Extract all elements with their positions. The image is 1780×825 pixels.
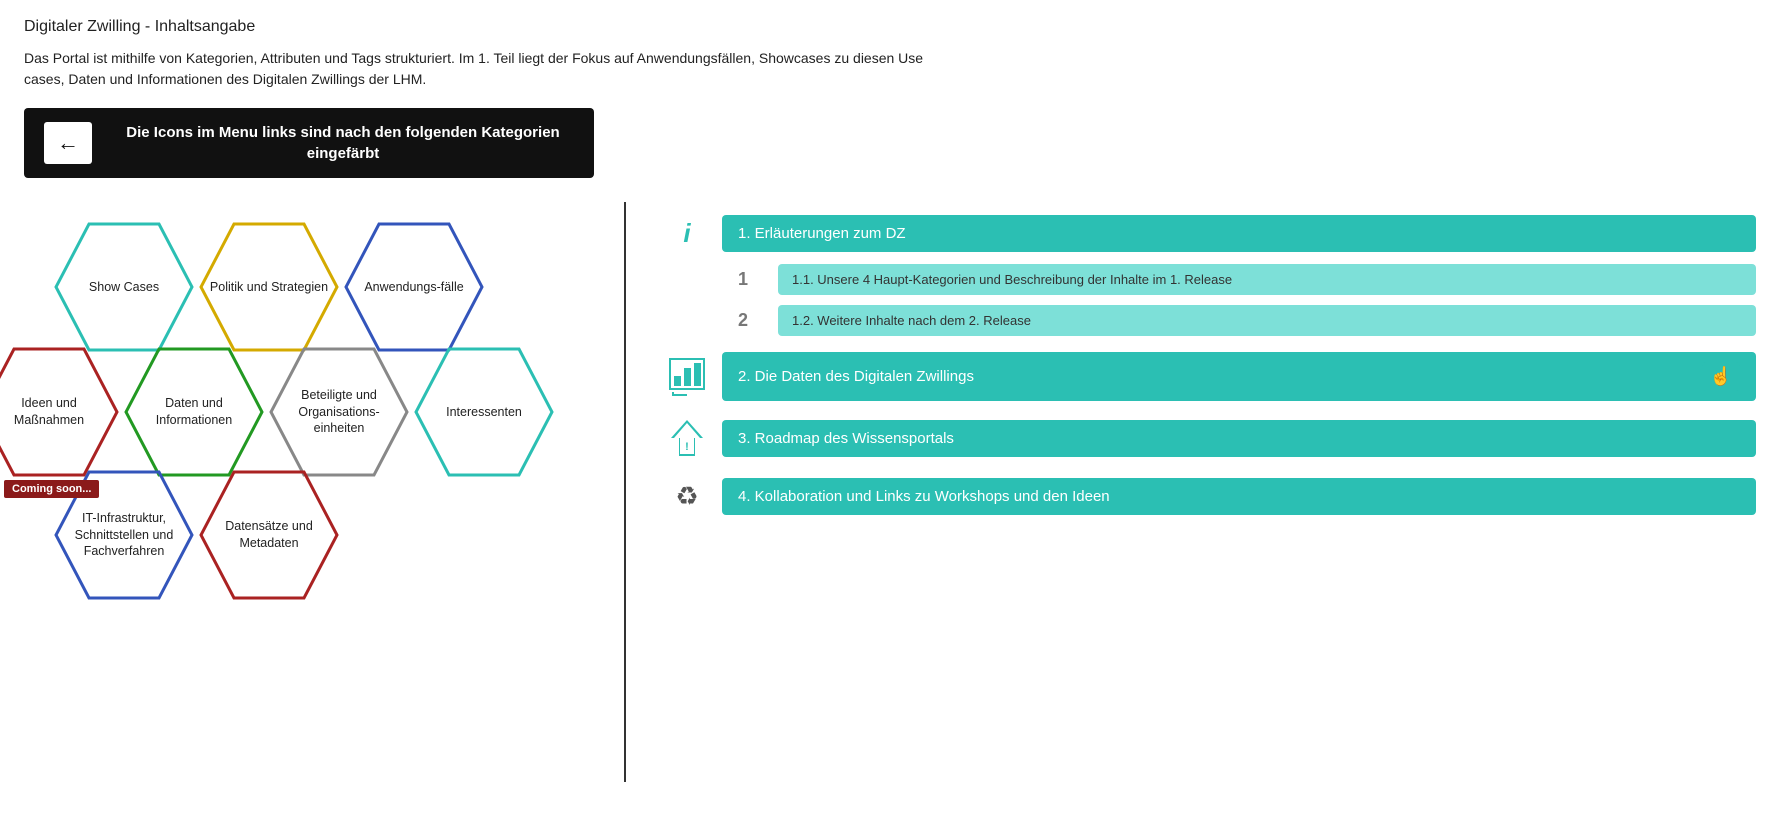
toc-sub-number-2: 2 — [722, 310, 764, 331]
hex-beteiligte[interactable]: Beteiligte und Organisations-einheiten — [269, 347, 409, 477]
hex-daten-label: Daten und Informationen — [124, 387, 264, 437]
hex-show-cases[interactable]: Show Cases — [54, 222, 194, 352]
toc-sub-row-1-2[interactable]: 2 1.2. Weitere Inhalte nach dem 2. Relea… — [722, 305, 1756, 336]
info-icon: i — [666, 212, 708, 254]
svg-text:!: ! — [685, 441, 689, 453]
toc-sub-row-1-1[interactable]: 1 1.1. Unsere 4 Haupt-Kategorien und Bes… — [722, 264, 1756, 295]
hex-interessenten-label: Interessenten — [438, 396, 530, 429]
section-divider — [624, 202, 626, 782]
toc-main-label-4[interactable]: 4. Kollaboration und Links zu Workshops … — [722, 478, 1756, 515]
bar-chart-icon — [666, 356, 708, 398]
hex-datensaetze[interactable]: Datensätze und Metadaten — [199, 470, 339, 600]
hex-politik[interactable]: Politik und Strategien — [199, 222, 339, 352]
toc-item-4[interactable]: ♻ 4. Kollaboration und Links zu Workshop… — [666, 475, 1756, 517]
banner-text: Die Icons im Menu links sind nach den fo… — [112, 122, 574, 164]
hex-ideen-label: Ideen und Maßnahmen — [0, 387, 119, 437]
hex-ideen[interactable]: Ideen und Maßnahmen — [0, 347, 119, 477]
hex-beteiligte-label: Beteiligte und Organisations-einheiten — [269, 379, 409, 446]
toc-item-2[interactable]: 2. Die Daten des Digitalen Zwillings ☝ — [666, 352, 1756, 401]
toc-item-1[interactable]: i 1. Erläuterungen zum DZ — [666, 212, 1756, 254]
hex-datensaetze-label: Datensätze und Metadaten — [199, 510, 339, 560]
toc-item-3[interactable]: ! 3. Roadmap des Wissensportals — [666, 417, 1756, 459]
arrow-up-icon: ! — [666, 417, 708, 459]
hex-it-infra-label: IT-Infrastruktur, Schnittstellen und Fac… — [54, 502, 194, 569]
toc-main-label-2[interactable]: 2. Die Daten des Digitalen Zwillings ☝ — [722, 352, 1756, 401]
hex-interessenten[interactable]: Interessenten — [414, 347, 554, 477]
page-title: Digitaler Zwilling - Inhaltsangabe — [24, 18, 1756, 36]
toc-sub-label-1-2[interactable]: 1.2. Weitere Inhalte nach dem 2. Release — [778, 305, 1756, 336]
toc-main-label-3[interactable]: 3. Roadmap des Wissensportals — [722, 420, 1756, 457]
hex-anwendung-label: Anwendungs-fälle — [356, 271, 471, 304]
intro-text: Das Portal ist mithilfe von Kategorien, … — [24, 48, 924, 90]
finger-icon: ☝ — [1702, 362, 1740, 391]
hexagon-grid: Show Cases Politik und Strategien Anwend… — [24, 202, 584, 782]
coming-soon-badge: Coming soon... — [4, 480, 99, 498]
recycle-icon: ♻ — [666, 475, 708, 517]
toc-label-2-text: 2. Die Daten des Digitalen Zwillings — [738, 368, 974, 385]
hex-daten[interactable]: Daten und Informationen — [124, 347, 264, 477]
toc-sub-label-1-1[interactable]: 1.1. Unsere 4 Haupt-Kategorien und Besch… — [778, 264, 1756, 295]
back-arrow-icon[interactable]: ← — [44, 122, 92, 164]
hex-anwendung[interactable]: Anwendungs-fälle — [344, 222, 484, 352]
main-layout: Show Cases Politik und Strategien Anwend… — [24, 202, 1756, 782]
banner: ← Die Icons im Menu links sind nach den … — [24, 108, 594, 178]
hex-politik-label: Politik und Strategien — [202, 271, 336, 304]
toc-main-label-1[interactable]: 1. Erläuterungen zum DZ — [722, 215, 1756, 252]
toc-panel: i 1. Erläuterungen zum DZ 1 1.1. Unsere … — [666, 202, 1756, 517]
hex-show-cases-label: Show Cases — [81, 271, 167, 304]
toc-sub-number-1: 1 — [722, 269, 764, 290]
